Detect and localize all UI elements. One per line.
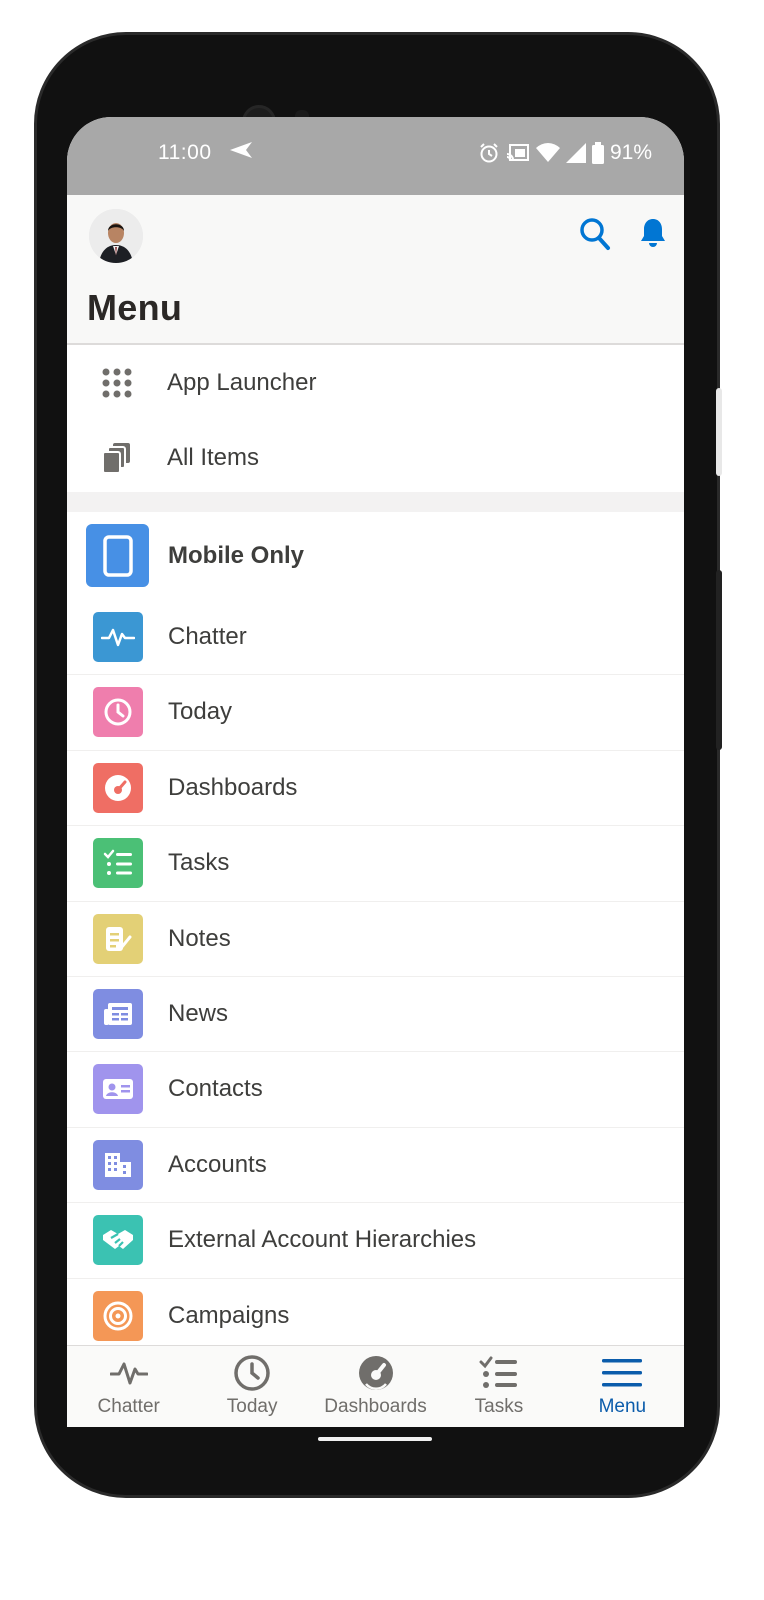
signal-icon [565,143,586,163]
home-indicator[interactable] [318,1437,432,1441]
nav-label: Notes [168,924,231,952]
tab-today[interactable]: Today [190,1346,313,1427]
bell-icon[interactable] [639,217,667,254]
chatter-icon [93,612,143,662]
nav-label: Chatter [168,623,247,650]
utility-list: App Launcher All Items [67,345,684,495]
battery-percent: 91% [609,141,652,164]
tasks-checklist-icon [93,838,143,889]
alarm-icon [478,142,500,164]
tab-label: Tasks [474,1396,524,1417]
nav-item-campaigns[interactable]: Campaigns [67,1279,684,1354]
tasks-checklist-icon [479,1354,519,1392]
nav-item-chatter[interactable]: Chatter [67,600,684,676]
tab-bar: Chatter Today Dashboards Tasks Menu [67,1345,684,1427]
dashboard-gauge-icon [357,1354,395,1392]
nav-item-notes[interactable]: Notes [67,902,684,977]
section-label: Mobile Only [168,542,305,569]
app-launcher-icon [67,367,167,399]
nav-label: News [168,999,229,1027]
tab-label: Menu [598,1396,647,1417]
avatar[interactable] [89,209,143,263]
section-header: Mobile Only [67,512,684,602]
app-launcher-label: App Launcher [167,368,317,396]
battery-icon [591,142,604,164]
contact-card-icon [93,1064,143,1115]
nav-item-external-account-hierarchies[interactable]: External Account Hierarchies [67,1203,684,1279]
tab-menu[interactable]: Menu [561,1346,684,1427]
nav-label: Tasks [168,849,230,877]
section-divider [67,492,684,512]
volume-button [716,388,722,476]
tab-dashboards[interactable]: Dashboards [314,1346,437,1427]
nav-item-tasks[interactable]: Tasks [67,826,684,902]
building-icon [93,1139,143,1190]
status-icons: 91% [478,141,652,165]
news-icon [93,988,143,1039]
cast-icon [506,143,530,163]
tab-label: Dashboards [324,1396,427,1417]
header: Menu [67,195,684,345]
tab-tasks[interactable]: Tasks [437,1346,560,1427]
notes-icon [93,913,143,964]
target-icon [93,1290,143,1341]
send-icon [229,141,253,165]
nav-item-contacts[interactable]: Contacts [67,1052,684,1128]
dashboard-gauge-icon [93,762,143,813]
nav-item-accounts[interactable]: Accounts [67,1128,684,1204]
clock-icon [93,687,143,738]
tab-chatter[interactable]: Chatter [67,1346,190,1427]
all-items-icon [67,442,167,474]
nav-label: Contacts [168,1075,263,1103]
status-bar: 11:00 91% [67,117,684,195]
nav-item-news[interactable]: News [67,977,684,1053]
all-items-item[interactable]: All Items [67,420,684,495]
nav-label: External Account Hierarchies [168,1226,477,1254]
page-title: Menu [87,287,183,328]
mobile-icon [86,524,149,587]
chatter-icon [109,1354,148,1392]
nav-label: Dashboards [168,773,298,801]
screen: 11:00 91% Menu App Launcher All Items Mo… [67,117,684,1427]
tab-label: Today [226,1396,278,1417]
tab-label: Chatter [97,1396,160,1417]
search-icon[interactable] [579,217,611,256]
status-time: 11:00 [158,141,212,164]
nav-label: Accounts [168,1150,267,1178]
wifi-icon [535,143,560,163]
power-button [716,570,722,750]
nav-item-today[interactable]: Today [67,675,684,751]
nav-list: Chatter Today Dashboards Tasks Notes New… [67,600,684,1354]
app-launcher-item[interactable]: App Launcher [67,345,684,420]
clock-icon [233,1354,271,1392]
nav-label: Today [168,698,233,726]
hamburger-menu-icon [602,1354,643,1392]
handshake-icon [93,1215,143,1266]
all-items-label: All Items [167,443,260,471]
nav-label: Campaigns [168,1301,290,1329]
nav-item-dashboards[interactable]: Dashboards [67,751,684,827]
